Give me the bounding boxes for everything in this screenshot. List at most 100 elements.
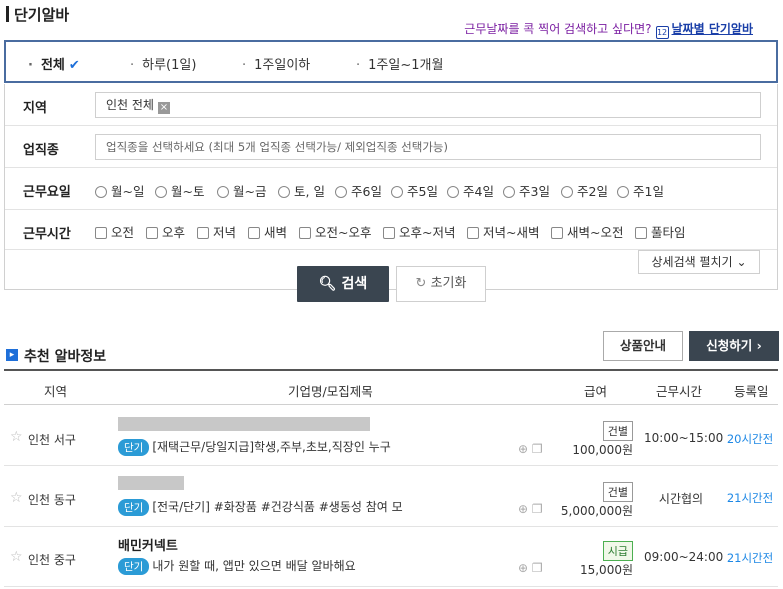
detail-search-toggle[interactable]: 상세검색 펼치기 ⌄ [638,250,760,274]
table-header: 지역 기업명/모집제목 급여 근무시간 등록일 [4,369,778,405]
row-region: 인천 동구 [28,493,76,507]
apply-button[interactable]: 신청하기 › [689,331,779,361]
refresh-icon: ↻ [415,276,427,291]
promo-banner: 근무날짜를 콕 찍어 검색하고 싶다면? 12 날짜별 단기알바 [464,20,753,39]
title-bar-marker [6,6,9,22]
checkbox-icon[interactable] [299,227,311,239]
work-hour-option[interactable]: 새벽 [248,222,287,241]
work-hour-option[interactable]: 오전 [95,222,134,241]
table-row[interactable]: ☆ 인천 동구 단기 [전국/단기] #화장품 #건강식품 #생동성 참여 모 ⊕… [4,466,778,527]
work-time: 09:00~24:00 [644,550,724,564]
work-day-option[interactable]: 주4일 [447,181,494,200]
star-icon[interactable]: ☆ [10,490,23,506]
work-hour-option[interactable]: 풀타임 [635,222,686,241]
row-region: 인천 서구 [28,433,76,447]
work-hour-option[interactable]: 오후 [146,222,185,241]
radio-icon[interactable] [391,186,403,198]
short-term-tag: 단기 [118,499,150,516]
radio-icon[interactable] [447,186,459,198]
column-header: 지역 [44,384,68,399]
remove-icon[interactable]: × [157,102,170,114]
period-tab-week-month[interactable]: · 1주일~1개월 [356,54,443,73]
period-tabs: · 전체 ✔ · 하루(1일) · 1주일이하 · 1주일~1개월 [4,40,778,83]
work-day-option[interactable]: 주5일 [391,181,438,200]
work-hour-option[interactable]: 오후~저녁 [383,222,455,241]
work-day-option[interactable]: 토, 일 [278,181,325,200]
period-tab-one-day[interactable]: · 하루(1일) [130,54,196,73]
zoom-icon[interactable]: ⊕ ❐ [518,561,543,575]
registered-time: 21시간전 [726,551,774,565]
checkbox-icon[interactable] [197,227,209,239]
region-field[interactable]: 인천 전체 × [95,92,761,118]
checkbox-icon[interactable] [95,227,107,239]
checkbox-icon[interactable] [248,227,260,239]
period-tab-all[interactable]: · 전체 ✔ [28,54,80,73]
column-header: 급여 [584,384,608,399]
checkbox-icon[interactable] [635,227,647,239]
chevron-right-icon: › [756,338,762,353]
job-title[interactable]: 단기 내가 원할 때, 앱만 있으면 배달 알바해요 [118,557,356,575]
date-search-link[interactable]: 날짜별 단기알바 [672,22,753,36]
work-hours-label: 근무시간 [23,227,71,242]
calendar-icon: 12 [655,26,669,39]
work-day-option[interactable]: 월~일 [95,181,144,200]
search-button[interactable]: 🔍︎ 검색 [297,266,389,302]
checkbox-icon[interactable] [467,227,479,239]
check-icon: ✔ [68,58,80,73]
star-icon[interactable]: ☆ [10,549,23,565]
table-row[interactable]: ☆ 인천 중구 배민커넥트 단기 내가 원할 때, 앱만 있으면 배달 알바해요 … [4,527,778,587]
checkbox-icon[interactable] [551,227,563,239]
radio-icon[interactable] [95,186,107,198]
work-day-option[interactable]: 월~금 [217,181,266,200]
period-tab-under-week[interactable]: · 1주일이하 [242,54,310,73]
chevron-down-icon: ⌄ [736,255,747,269]
table-row[interactable]: ☆ 인천 서구 단기 [재택근무/당일지급]학생,주부,초보,직장인 누구 ⊕ ❐… [4,406,778,466]
job-title[interactable]: 단기 [전국/단기] #화장품 #건강식품 #생동성 참여 모 [118,498,403,516]
registered-time: 21시간전 [726,491,774,505]
work-day-option[interactable]: 주2일 [561,181,608,200]
zoom-icon[interactable]: ⊕ ❐ [518,502,543,516]
arrow-right-icon: ▸ [6,349,18,361]
checkbox-icon[interactable] [383,227,395,239]
work-hour-option[interactable]: 새벽~오전 [551,222,623,241]
checkbox-icon[interactable] [146,227,158,239]
work-hour-option[interactable]: 저녁 [197,222,236,241]
search-icon: 🔍︎ [318,276,337,292]
job-title[interactable]: 단기 [재택근무/당일지급]학생,주부,초보,직장인 누구 [118,438,391,456]
radio-icon[interactable] [155,186,167,198]
work-day-option[interactable]: 주3일 [503,181,550,200]
work-hour-option[interactable]: 오전~오후 [299,222,371,241]
short-term-tag: 단기 [118,558,150,575]
job-type-label: 업직종 [23,143,59,158]
company-name[interactable]: 배민커넥트 [118,535,178,554]
bullet-icon: · [242,58,247,73]
radio-icon[interactable] [217,186,229,198]
work-hour-option[interactable]: 저녁~새벽 [467,222,539,241]
radio-icon[interactable] [335,186,347,198]
zoom-icon[interactable]: ⊕ ❐ [518,442,543,456]
radio-icon[interactable] [503,186,515,198]
product-info-button[interactable]: 상품안내 [603,331,683,361]
bullet-icon: · [28,58,33,73]
work-day-option[interactable]: 월~토 [155,181,204,200]
radio-icon[interactable] [617,186,629,198]
work-days-label: 근무요일 [23,185,71,200]
company-name-blurred[interactable] [118,417,370,431]
section-title: 추천 알바정보 [24,349,107,365]
radio-icon[interactable] [561,186,573,198]
filter-row-work-days: 근무요일 월~일 월~토 월~금 토, 일 주6일 주5일 주4일 주3일 주2… [5,168,777,210]
region-label: 지역 [23,101,47,116]
filter-row-region: 지역 인천 전체 × [5,84,777,126]
pay-amount: 15,000원 [579,563,633,577]
page-title: 단기알바 [14,6,70,24]
reset-button[interactable]: ↻ 초기화 [396,266,486,302]
radio-icon[interactable] [278,186,290,198]
work-day-option[interactable]: 주6일 [335,181,382,200]
column-header: 근무시간 [656,384,703,399]
company-name-blurred[interactable] [118,476,184,490]
job-type-field[interactable]: 업직종을 선택하세요 (최대 5개 업직종 선택가능/ 제외업직종 선택가능) [95,134,761,160]
bullet-icon: · [356,58,361,73]
star-icon[interactable]: ☆ [10,429,23,445]
filter-row-job-type: 업직종 업직종을 선택하세요 (최대 5개 업직종 선택가능/ 제외업직종 선택… [5,126,777,168]
work-day-option[interactable]: 주1일 [617,181,664,200]
